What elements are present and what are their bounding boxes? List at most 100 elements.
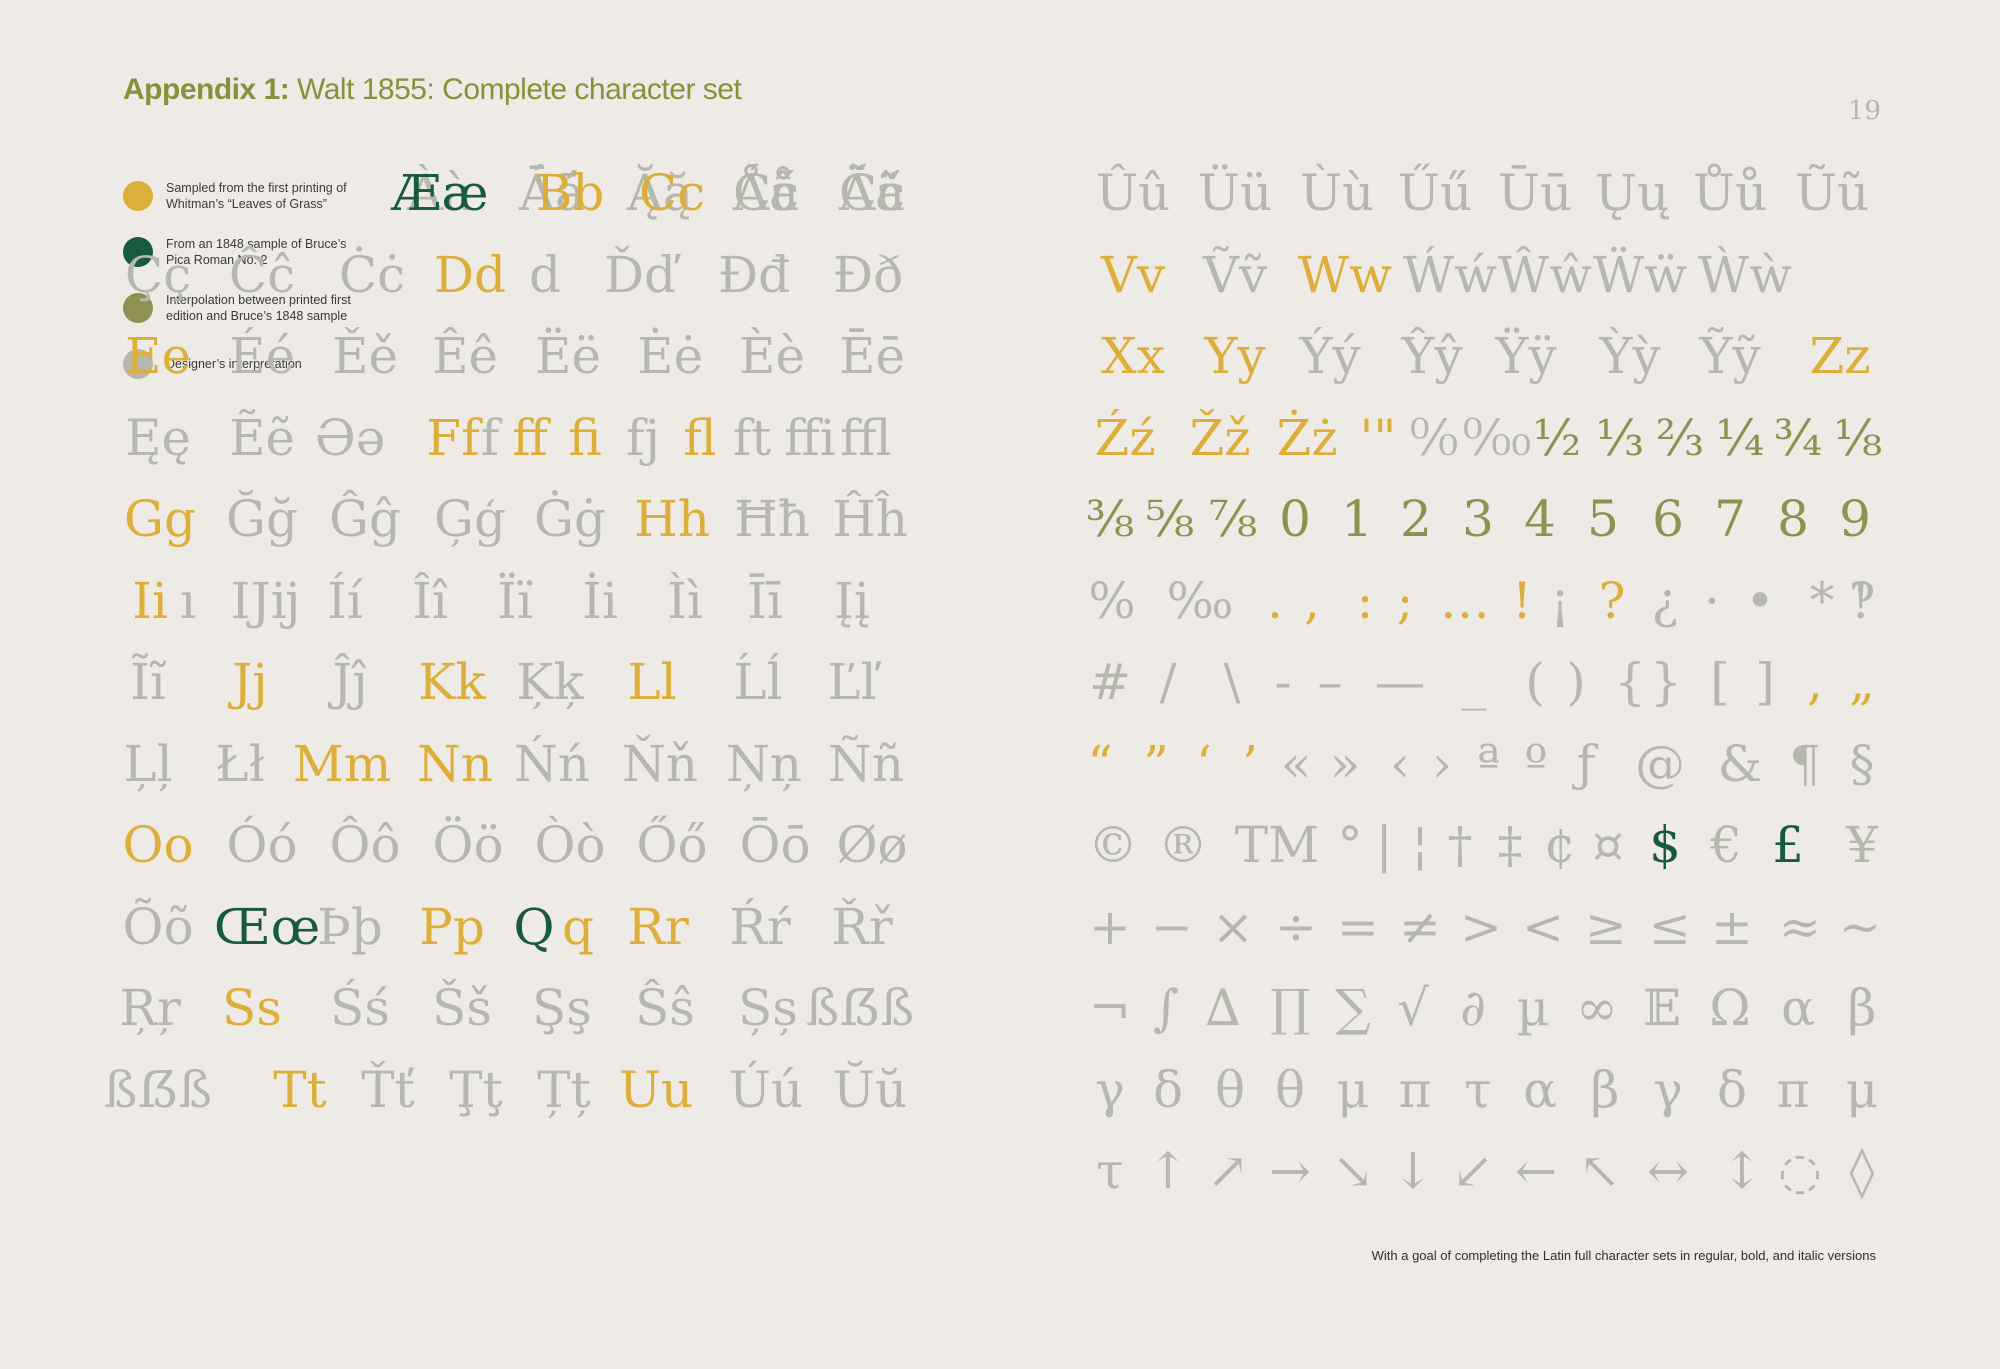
left-glyph: Oo bbox=[122, 816, 194, 874]
left-glyph: Óó bbox=[226, 816, 298, 874]
left-glyph: Ẽẽ bbox=[228, 408, 296, 467]
right-glyph: TM bbox=[1234, 816, 1320, 874]
left-glyph: Ěě bbox=[331, 327, 399, 385]
right-glyph: § bbox=[1849, 734, 1875, 793]
right-glyph: ! bbox=[1511, 571, 1533, 630]
right-glyph: ( bbox=[1525, 653, 1545, 711]
right-glyph: μ bbox=[1336, 1060, 1370, 1119]
left-glyph: Rr bbox=[627, 897, 689, 956]
left-glyph: Ħħ bbox=[734, 490, 810, 548]
right-glyph: • bbox=[1745, 571, 1775, 630]
right-glyph: 9 bbox=[1839, 490, 1871, 548]
left-glyph: Ðð bbox=[832, 245, 904, 304]
right-glyph: 0 bbox=[1279, 490, 1311, 548]
right-glyph: ƒ bbox=[1576, 734, 1596, 793]
left-glyph: Ll bbox=[627, 653, 677, 711]
right-glyph: ↑ bbox=[1147, 1142, 1189, 1200]
right-glyph: Ŵŵ bbox=[1497, 245, 1593, 304]
left-glyph: f bbox=[480, 408, 500, 467]
left-glyph: Īī bbox=[747, 571, 783, 630]
right-glyph: ∆ bbox=[1205, 979, 1241, 1037]
right-glyph: √ bbox=[1397, 979, 1429, 1037]
right-glyph: ‡ bbox=[1497, 816, 1523, 874]
left-glyph: d bbox=[528, 245, 562, 304]
right-glyph: ¤ bbox=[1592, 816, 1624, 874]
right-glyph: $ bbox=[1649, 816, 1681, 874]
right-glyph: ∑ bbox=[1335, 979, 1371, 1037]
right-glyph: ¦ bbox=[1411, 816, 1429, 874]
right-glyph: ‰ bbox=[1166, 571, 1234, 630]
right-glyph: Ẁẁ bbox=[1697, 245, 1793, 304]
right-glyph: ↕ bbox=[1721, 1142, 1763, 1200]
right-glyph: τ bbox=[1096, 1142, 1124, 1200]
left-glyph: Íí bbox=[327, 571, 363, 630]
right-glyph: ½ bbox=[1532, 408, 1582, 467]
right-glyph: ) bbox=[1566, 653, 1586, 711]
right-glyph: – bbox=[1317, 653, 1343, 711]
left-glyph: Ģģ bbox=[434, 490, 506, 548]
right-glyph: … bbox=[1440, 571, 1490, 630]
right-glyph: × bbox=[1212, 897, 1254, 956]
right-glyph: † bbox=[1447, 816, 1473, 874]
left-glyph: Ññ bbox=[828, 734, 904, 793]
right-glyph: Ỹỹ bbox=[1699, 327, 1761, 385]
left-glyph: Ĳĳ bbox=[230, 571, 298, 630]
left-glyph: Çç bbox=[124, 245, 192, 304]
left-glyph: Əə bbox=[314, 408, 386, 467]
right-glyph: Ỳỳ bbox=[1599, 327, 1661, 385]
right-glyph: : bbox=[1356, 571, 1374, 630]
right-glyph: = bbox=[1337, 897, 1379, 956]
left-glyph: fi bbox=[568, 408, 602, 467]
right-glyph: Ww bbox=[1297, 245, 1393, 304]
right-glyph: { bbox=[1614, 653, 1646, 711]
right-glyph: ⅛ bbox=[1833, 408, 1883, 467]
left-glyph: Ťť bbox=[361, 1060, 415, 1119]
right-glyph: 6 bbox=[1652, 490, 1684, 548]
left-glyph: fl bbox=[683, 408, 717, 467]
right-glyph: Źź bbox=[1094, 408, 1156, 467]
right-glyph: δ bbox=[1152, 1060, 1184, 1119]
left-glyph: Ņņ bbox=[726, 734, 802, 793]
left-glyph: Ŝŝ bbox=[635, 979, 695, 1037]
left-glyph: İi bbox=[582, 571, 618, 630]
right-glyph: % bbox=[1088, 571, 1136, 630]
right-glyph: “ bbox=[1087, 734, 1113, 793]
right-glyph: ‽ bbox=[1848, 571, 1876, 630]
left-glyph: fj bbox=[625, 408, 661, 467]
right-glyph: > bbox=[1460, 897, 1502, 956]
left-glyph: Ķķ bbox=[516, 653, 584, 711]
right-glyph: ⅔ bbox=[1655, 408, 1705, 467]
right-glyph: ∂ bbox=[1460, 979, 1486, 1037]
right-glyph: ≤ bbox=[1649, 897, 1691, 956]
right-glyph: ¶ bbox=[1789, 734, 1821, 793]
left-glyph: Ii bbox=[132, 571, 168, 630]
right-glyph: ° bbox=[1337, 816, 1363, 874]
right-glyph: 8 bbox=[1777, 490, 1809, 548]
left-glyph: Þþ bbox=[317, 897, 383, 956]
left-glyph: Ďď bbox=[603, 245, 677, 304]
right-glyph: ] bbox=[1755, 653, 1775, 711]
footnote: With a goal of completing the Latin full… bbox=[1371, 1248, 1876, 1263]
left-glyph: Èè bbox=[738, 327, 806, 385]
left-glyph: Ff bbox=[426, 408, 480, 467]
left-glyph: Òò bbox=[534, 816, 606, 874]
right-glyph: α bbox=[1781, 979, 1815, 1037]
left-glyph: ı bbox=[180, 571, 196, 630]
right-glyph: μ bbox=[1845, 1060, 1879, 1119]
right-glyph: Ẅẅ bbox=[1592, 245, 1688, 304]
left-glyph: Đđ bbox=[717, 245, 791, 304]
right-glyph: ↓ bbox=[1392, 1142, 1434, 1200]
right-glyph: π bbox=[1398, 1060, 1432, 1119]
right-glyph: 7 bbox=[1714, 490, 1746, 548]
right-glyph: α bbox=[1523, 1060, 1557, 1119]
left-glyph: Êê bbox=[431, 327, 499, 385]
left-glyph: Śś bbox=[330, 979, 390, 1037]
left-glyph: Ĩĩ bbox=[130, 653, 166, 711]
left-glyph: Ĺĺ bbox=[733, 653, 783, 711]
right-glyph: & bbox=[1717, 734, 1763, 793]
right-glyph: ≠ bbox=[1399, 897, 1441, 956]
right-glyph: « bbox=[1280, 734, 1312, 793]
right-glyph: ◊ bbox=[1849, 1142, 1875, 1200]
right-glyph: 2 bbox=[1400, 490, 1432, 548]
right-glyph: ÷ bbox=[1275, 897, 1317, 956]
